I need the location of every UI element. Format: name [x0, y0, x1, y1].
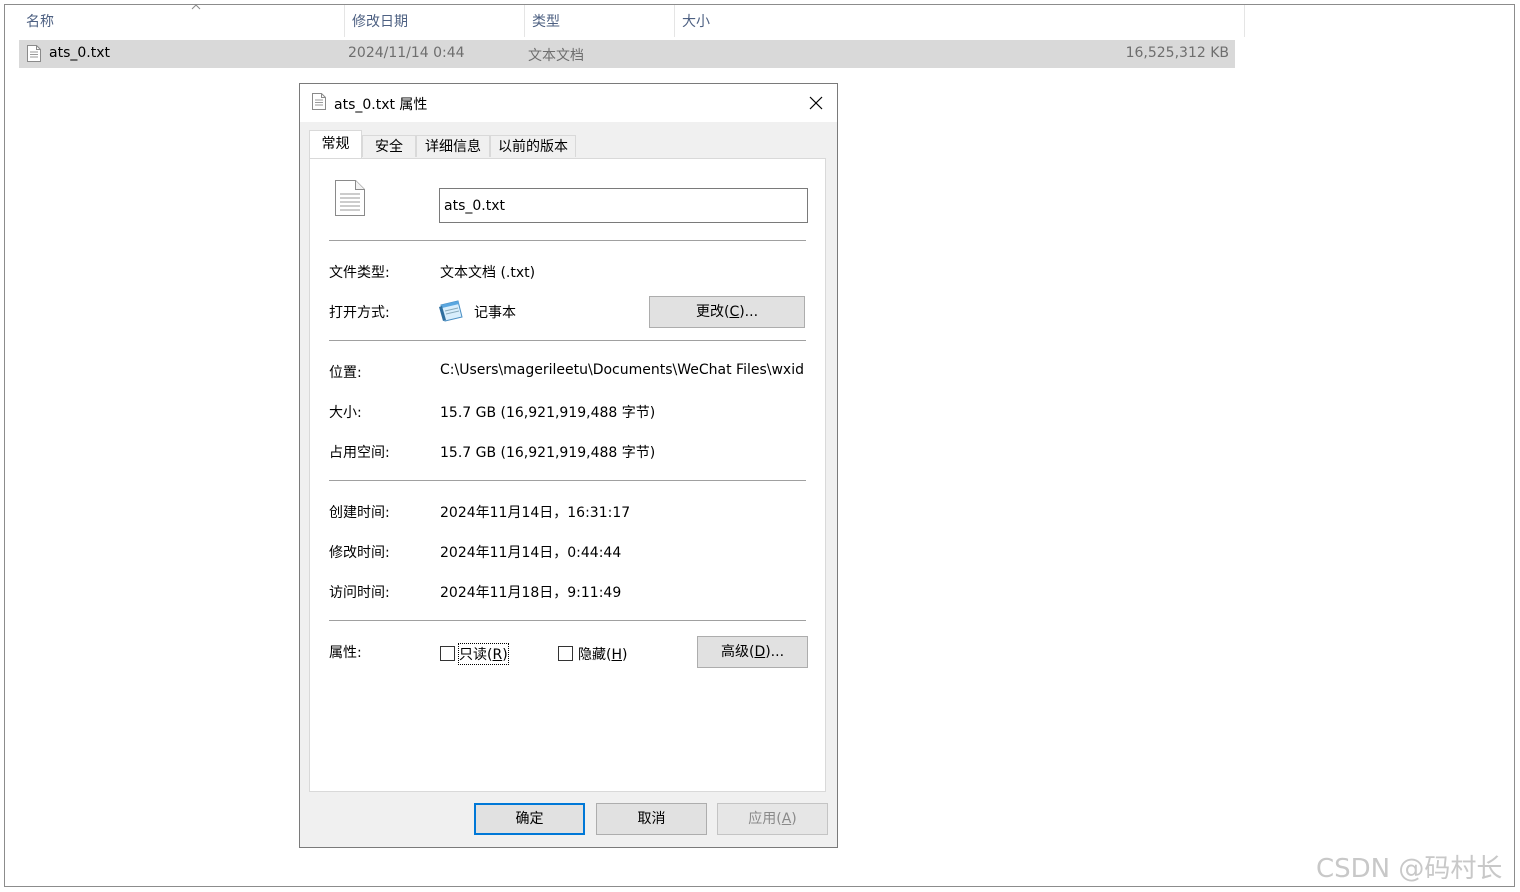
divider	[329, 240, 806, 241]
notepad-icon	[439, 300, 463, 322]
watermark: CSDN @码村长	[1316, 854, 1503, 884]
tab-general[interactable]: 常规	[309, 130, 362, 158]
filename-input[interactable]	[439, 188, 808, 223]
apply-button[interactable]: 应用(A)	[717, 803, 828, 835]
file-type-value: 文本文档 (.txt)	[440, 265, 536, 281]
hidden-checkbox[interactable]	[558, 646, 573, 661]
column-divider[interactable]	[344, 5, 345, 37]
text-file-icon	[312, 93, 326, 110]
accessed-value: 2024年11月18日，9:11:49	[440, 585, 622, 601]
general-panel: 文件类型: 文本文档 (.txt) 打开方式: 记事本 更改(C)... 位置:…	[309, 158, 826, 792]
open-with-label: 打开方式:	[329, 305, 390, 321]
column-divider[interactable]	[674, 5, 675, 37]
file-row[interactable]: ats_0.txt 2024/11/14 0:44 文本文档 16,525,31…	[19, 40, 1235, 68]
tab-details[interactable]: 详细信息	[416, 135, 490, 157]
size-value: 15.7 GB (16,921,919,488 字节)	[440, 405, 656, 421]
close-icon	[809, 96, 823, 110]
accessed-label: 访问时间:	[329, 585, 390, 601]
disk-size-value: 15.7 GB (16,921,919,488 字节)	[440, 445, 656, 461]
open-with-value: 记事本	[474, 305, 516, 321]
file-type: 文本文档	[528, 48, 584, 64]
text-file-icon	[27, 45, 41, 62]
location-value: C:\Users\magerileetu\Documents\WeChat Fi…	[440, 362, 804, 378]
column-divider[interactable]	[1244, 5, 1245, 37]
readonly-checkbox[interactable]	[440, 646, 455, 661]
location-label: 位置:	[329, 365, 362, 381]
cancel-button[interactable]: 取消	[596, 803, 707, 835]
tab-security[interactable]: 安全	[362, 135, 416, 157]
column-modified[interactable]: 修改日期	[352, 11, 408, 31]
column-divider[interactable]	[524, 5, 525, 37]
hidden-label[interactable]: 隐藏(H)	[578, 644, 627, 664]
sort-up-icon	[191, 4, 201, 10]
created-value: 2024年11月14日，16:31:17	[440, 505, 631, 521]
modified-value: 2024年11月14日，0:44:44	[440, 545, 622, 561]
file-size: 16,525,312 KB	[1125, 45, 1229, 61]
modified-label: 修改时间:	[329, 545, 390, 561]
text-file-icon	[335, 180, 365, 216]
divider	[329, 620, 806, 621]
file-name: ats_0.txt	[49, 45, 110, 61]
created-label: 创建时间:	[329, 505, 390, 521]
column-size[interactable]: 大小	[682, 11, 710, 31]
tab-previous-versions[interactable]: 以前的版本	[490, 135, 576, 157]
divider	[329, 480, 806, 481]
column-header: 名称 修改日期 类型 大小	[23, 4, 1245, 37]
column-name[interactable]: 名称	[26, 11, 54, 31]
close-button[interactable]	[800, 88, 832, 118]
tab-strip: 常规 安全 详细信息 以前的版本	[309, 130, 829, 158]
dialog-title: ats_0.txt 属性	[334, 97, 428, 113]
readonly-label[interactable]: 只读(R)	[458, 643, 509, 665]
disk-size-label: 占用空间:	[329, 445, 390, 461]
attributes-label: 属性:	[329, 645, 362, 661]
advanced-button[interactable]: 高级(D)...	[697, 636, 808, 668]
ok-button[interactable]: 确定	[474, 803, 585, 835]
properties-dialog: ats_0.txt 属性 常规 安全 详细信息 以前的版本 文件类型: 文本文档…	[299, 83, 838, 848]
dialog-titlebar[interactable]: ats_0.txt 属性	[300, 84, 837, 122]
file-modified: 2024/11/14 0:44	[348, 45, 465, 61]
divider	[329, 340, 806, 341]
file-type-label: 文件类型:	[329, 265, 390, 281]
change-button[interactable]: 更改(C)...	[649, 296, 805, 328]
column-type[interactable]: 类型	[532, 11, 560, 31]
size-label: 大小:	[329, 405, 362, 421]
